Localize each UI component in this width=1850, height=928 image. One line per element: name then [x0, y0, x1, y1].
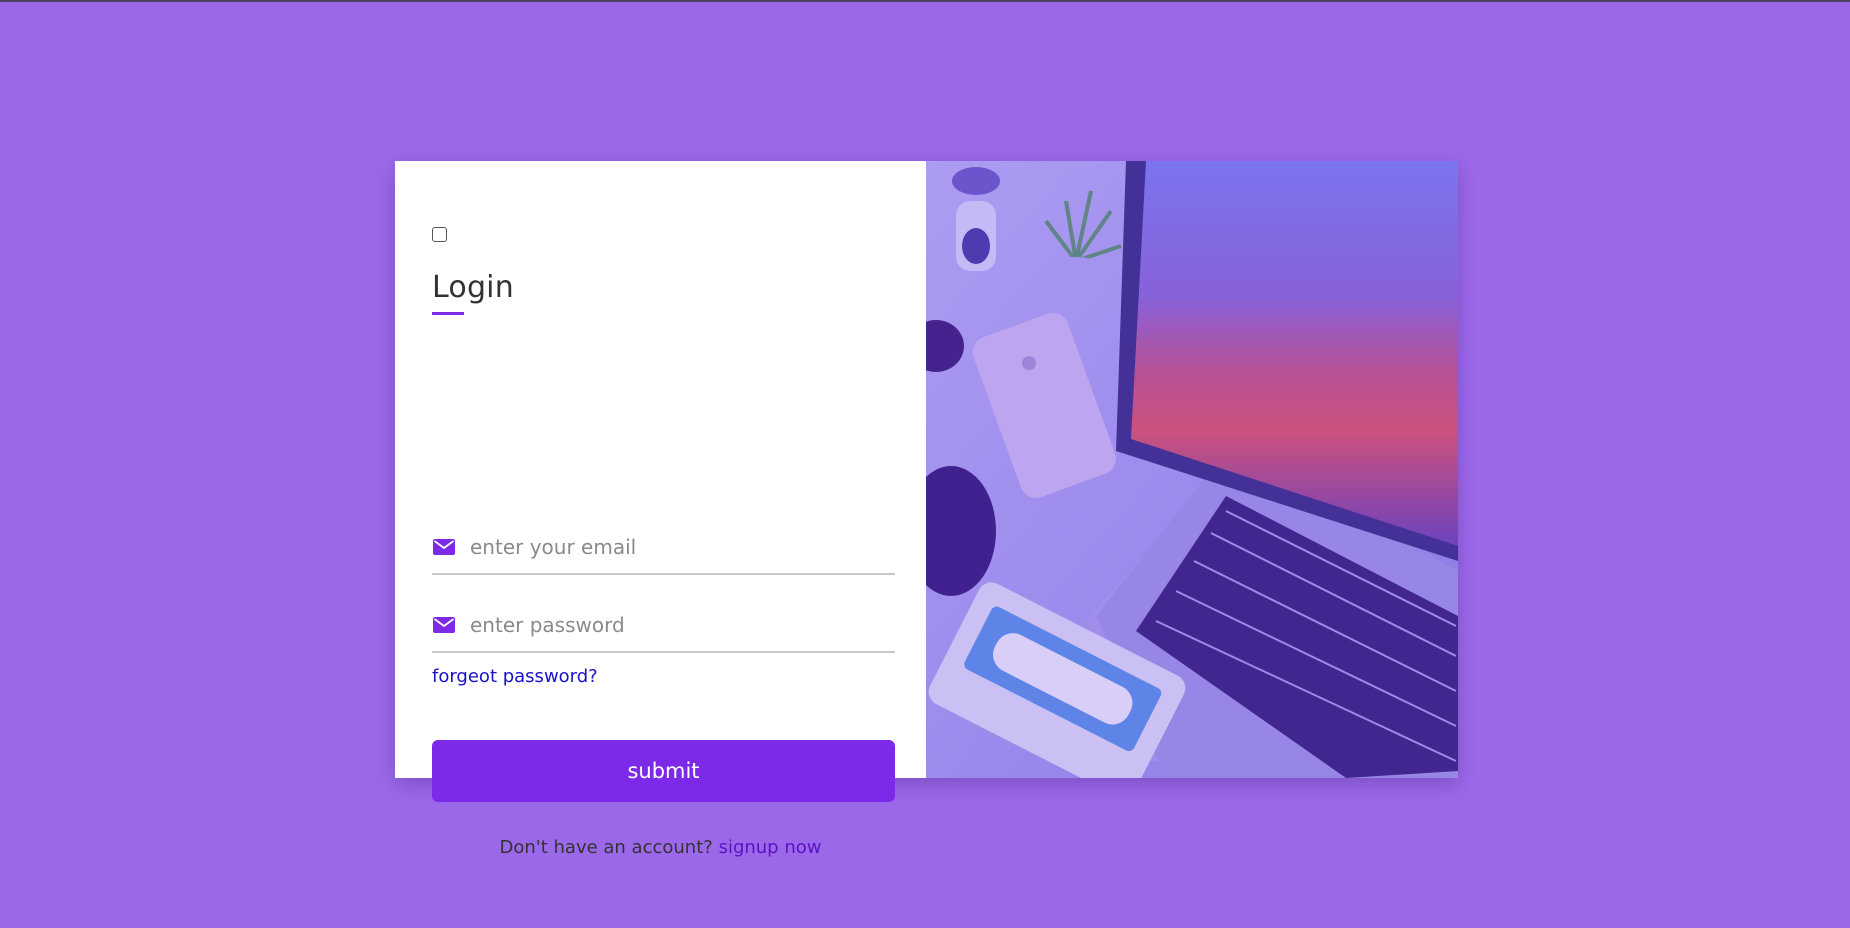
email-field-row — [432, 521, 895, 575]
submit-button[interactable]: submit — [432, 740, 895, 802]
login-title: Login — [432, 270, 514, 305]
password-field-row — [432, 599, 895, 653]
signup-line: Don't have an account? signup now — [395, 837, 926, 858]
title-underline — [432, 312, 464, 315]
email-input[interactable] — [470, 535, 870, 559]
flip-checkbox[interactable] — [432, 227, 447, 242]
envelope-icon — [433, 617, 455, 633]
signup-link[interactable]: signup now — [719, 837, 822, 858]
signup-prompt: Don't have an account? — [499, 837, 713, 858]
password-input[interactable] — [470, 613, 870, 637]
envelope-icon — [433, 539, 455, 555]
laptop-desk-illustration — [926, 161, 1458, 778]
hero-image — [926, 161, 1458, 778]
login-form-panel: Login forgeot password? submit — [395, 161, 926, 858]
login-card: Login forgeot password? submit — [395, 161, 1458, 858]
window-top-border — [0, 0, 1850, 2]
forgot-password-link[interactable]: forgeot password? — [432, 666, 598, 687]
